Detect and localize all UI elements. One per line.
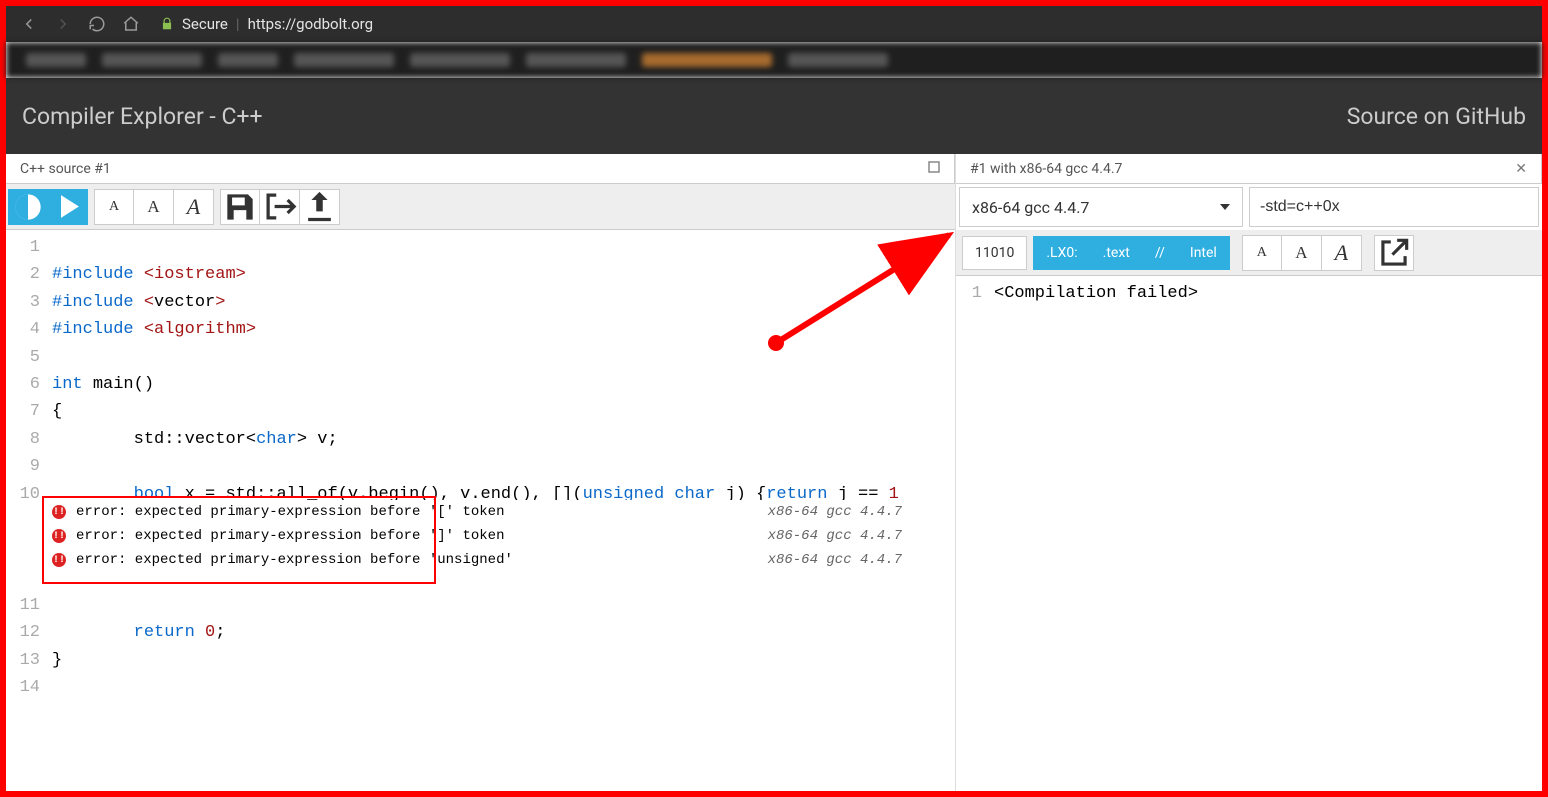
error-message: error: expected primary-expression befor… xyxy=(76,552,513,568)
separator: | xyxy=(236,15,240,33)
error-message: error: expected primary-expression befor… xyxy=(76,528,504,544)
compiler-select[interactable]: x86-64 gcc 4.4.7 xyxy=(959,187,1243,227)
compiler-selected-label: x86-64 gcc 4.4.7 xyxy=(972,198,1089,217)
asm-font-decrease-button[interactable]: A xyxy=(1242,235,1282,271)
error-row[interactable]: !! error: expected primary-expression be… xyxy=(42,500,912,524)
address-bar[interactable]: Secure | https://godbolt.org xyxy=(150,15,373,33)
compiler-options-input[interactable] xyxy=(1249,187,1539,227)
error-source: x86-64 gcc 4.4.7 xyxy=(768,504,902,520)
source-pane: C++ source #1 A A A xyxy=(6,154,956,791)
github-link[interactable]: Source on GitHub xyxy=(1347,103,1526,130)
asm-font-normal-button[interactable]: A xyxy=(1282,235,1322,271)
labels-toggle[interactable]: .LX0: xyxy=(1033,236,1090,270)
error-icon: !! xyxy=(52,505,66,519)
app-header: Compiler Explorer - C++ Source on GitHub xyxy=(6,78,1542,154)
asm-output[interactable]: 1 <Compilation failed> xyxy=(956,276,1542,791)
error-overlay: !! error: expected primary-expression be… xyxy=(42,500,912,572)
source-toolbar: A A A xyxy=(6,184,955,230)
font-decrease-button[interactable]: A xyxy=(94,189,134,225)
url-text: https://godbolt.org xyxy=(248,15,373,33)
browser-nav-bar: Secure | https://godbolt.org xyxy=(6,6,1542,42)
asm-font-increase-button[interactable]: A xyxy=(1322,235,1362,271)
compiler-tab-label: #1 with x86-64 gcc 4.4.7 xyxy=(970,161,1122,177)
binary-toggle[interactable]: 11010 xyxy=(962,236,1027,270)
color-mode-button[interactable] xyxy=(8,189,48,225)
play-button[interactable] xyxy=(48,189,88,225)
source-tab[interactable]: C++ source #1 xyxy=(6,154,955,183)
error-source: x86-64 gcc 4.4.7 xyxy=(768,552,902,568)
maximize-icon[interactable] xyxy=(928,161,940,177)
error-icon: !! xyxy=(52,529,66,543)
comments-toggle[interactable]: // xyxy=(1143,236,1178,270)
error-source: x86-64 gcc 4.4.7 xyxy=(768,528,902,544)
save-button[interactable] xyxy=(220,189,260,225)
page-title: Compiler Explorer - C++ xyxy=(22,103,263,130)
upload-button[interactable] xyxy=(300,189,340,225)
asm-gutter: 1 xyxy=(956,276,988,307)
share-button[interactable] xyxy=(260,189,300,225)
reload-button[interactable] xyxy=(82,9,112,39)
bookmarks-bar xyxy=(6,42,1542,78)
chevron-down-icon xyxy=(1220,204,1230,210)
error-icon: !! xyxy=(52,553,66,567)
close-icon[interactable]: ✕ xyxy=(1515,161,1527,177)
home-button[interactable] xyxy=(116,9,146,39)
back-button[interactable] xyxy=(14,9,44,39)
asm-code: <Compilation failed> xyxy=(994,276,1198,307)
error-row[interactable]: !! error: expected primary-expression be… xyxy=(42,524,912,548)
intel-toggle[interactable]: Intel xyxy=(1178,236,1230,270)
error-row[interactable]: !! error: expected primary-expression be… xyxy=(42,548,912,572)
source-tab-label: C++ source #1 xyxy=(20,161,111,177)
font-increase-button[interactable]: A xyxy=(174,189,214,225)
compiler-toolbar: 11010 .LX0: .text // Intel A A A xyxy=(956,230,1542,276)
secure-label: Secure xyxy=(182,15,228,33)
forward-button[interactable] xyxy=(48,9,78,39)
directives-toggle[interactable]: .text xyxy=(1091,236,1143,270)
font-normal-button[interactable]: A xyxy=(134,189,174,225)
compiler-tab[interactable]: #1 with x86-64 gcc 4.4.7 ✕ xyxy=(956,154,1542,183)
compiler-pane: #1 with x86-64 gcc 4.4.7 ✕ x86-64 gcc 4.… xyxy=(956,154,1542,791)
line-gutter-lower: 11121314 xyxy=(6,588,46,791)
popout-button[interactable] xyxy=(1374,235,1414,271)
error-message: error: expected primary-expression befor… xyxy=(76,504,504,520)
lock-icon xyxy=(160,17,174,31)
source-editor[interactable]: 12345678910 #include <iostream>#include … xyxy=(6,230,955,791)
